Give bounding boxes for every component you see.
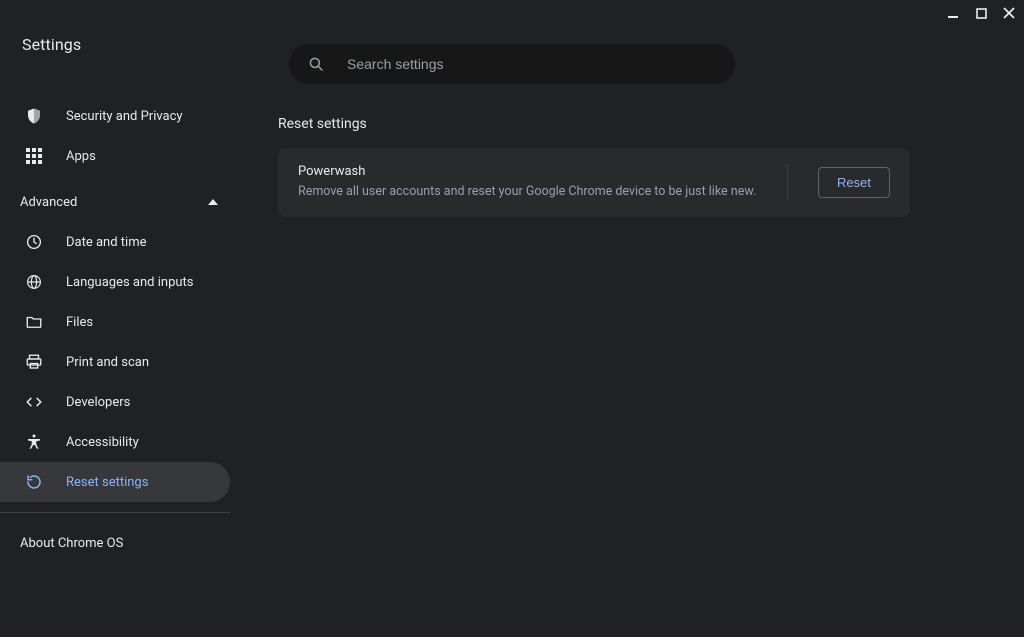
sidebar-item-date-time[interactable]: Date and time — [0, 222, 230, 262]
shield-icon — [24, 106, 44, 126]
search-input[interactable] — [347, 56, 717, 72]
sidebar-section-advanced[interactable]: Advanced — [0, 182, 248, 222]
sidebar-item-label: Security and Privacy — [66, 109, 183, 124]
reset-icon — [24, 472, 44, 492]
sidebar: Security and Privacy Apps Advanced — [0, 88, 248, 637]
close-icon[interactable] — [1002, 6, 1016, 20]
sidebar-item-label: Accessibility — [66, 435, 139, 450]
app-title: Settings — [22, 35, 81, 54]
maximize-icon[interactable] — [974, 6, 988, 20]
folder-icon — [24, 312, 44, 332]
clock-icon — [24, 232, 44, 252]
sidebar-divider — [0, 512, 230, 513]
sidebar-item-reset-settings[interactable]: Reset settings — [0, 462, 230, 502]
powerwash-description: Remove all user accounts and reset your … — [298, 183, 756, 201]
window-controls — [946, 6, 1016, 20]
sidebar-item-label: Developers — [66, 395, 130, 410]
sidebar-item-files[interactable]: Files — [0, 302, 230, 342]
topbar: Settings — [0, 0, 1024, 88]
minimize-icon[interactable] — [946, 6, 960, 20]
accessibility-icon — [24, 432, 44, 452]
sidebar-item-label: Languages and inputs — [66, 275, 194, 290]
sidebar-item-print-scan[interactable]: Print and scan — [0, 342, 230, 382]
main-content: Reset settings Powerwash Remove all user… — [248, 88, 1024, 637]
sidebar-item-label: Reset settings — [66, 475, 148, 490]
search-icon — [307, 55, 325, 73]
sidebar-item-accessibility[interactable]: Accessibility — [0, 422, 230, 462]
sidebar-item-label: Print and scan — [66, 355, 149, 370]
sidebar-item-languages[interactable]: Languages and inputs — [0, 262, 230, 302]
powerwash-card: Powerwash Remove all user accounts and r… — [278, 148, 910, 217]
sidebar-item-label: Date and time — [66, 235, 147, 250]
chevron-up-icon — [208, 199, 218, 205]
search-bar[interactable] — [289, 44, 735, 84]
code-icon — [24, 392, 44, 412]
reset-button[interactable]: Reset — [818, 167, 890, 198]
section-label: Advanced — [20, 195, 77, 210]
powerwash-title: Powerwash — [298, 164, 756, 179]
sidebar-item-label: Apps — [66, 149, 96, 164]
sidebar-item-apps[interactable]: Apps — [0, 136, 230, 176]
sidebar-item-about[interactable]: About Chrome OS — [0, 523, 230, 563]
sidebar-item-label: About Chrome OS — [20, 536, 123, 551]
sidebar-item-label: Files — [66, 315, 93, 330]
globe-icon — [24, 272, 44, 292]
apps-grid-icon — [24, 146, 44, 166]
sidebar-item-security-privacy[interactable]: Security and Privacy — [0, 96, 230, 136]
card-separator — [787, 164, 788, 200]
sidebar-item-developers[interactable]: Developers — [0, 382, 230, 422]
printer-icon — [24, 352, 44, 372]
page-title: Reset settings — [278, 116, 910, 132]
